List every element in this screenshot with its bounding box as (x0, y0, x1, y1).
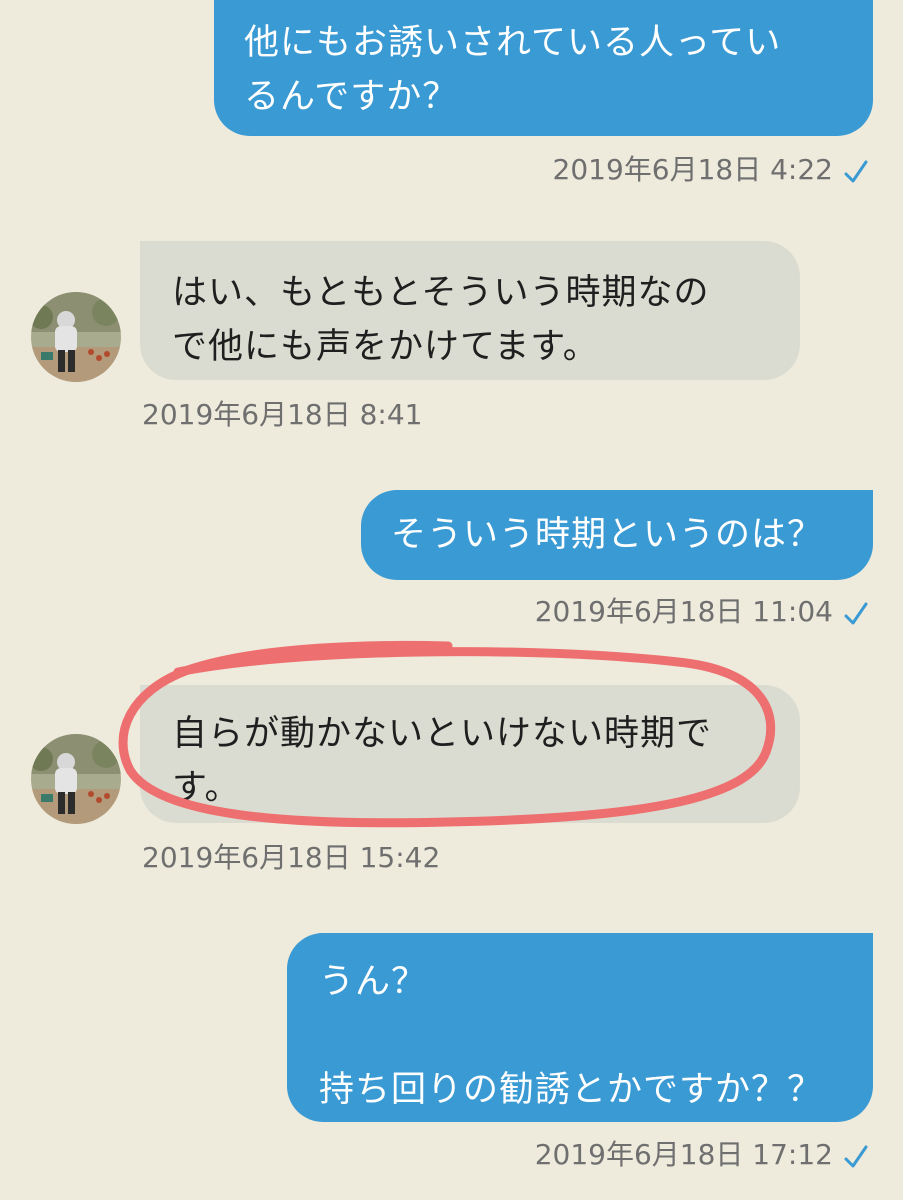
read-check-icon (844, 602, 868, 625)
read-check-icon (844, 160, 868, 183)
message-bubble-outgoing[interactable]: そういう時期というのは？ (361, 490, 873, 580)
message-bubble-incoming[interactable]: はい、もともとそういう時期なの で他にも声をかけてます。 (140, 241, 800, 380)
message-timestamp: 2019年6月18日 11:04 (534, 595, 833, 628)
message-text: そういう時期というのは？ (391, 515, 824, 555)
message-bubble-incoming[interactable]: 自らが動かないといけない時期で す。 (140, 685, 800, 823)
contact-avatar[interactable] (31, 734, 121, 824)
message-text: はい、もともとそういう時期なの で他にも声をかけてます。 (172, 273, 710, 367)
message-text: うん？ 持ち回りの勧誘とかですか？？ (319, 962, 824, 1110)
contact-avatar-photo (31, 292, 121, 382)
message-text: 自らが動かないといけない時期で す。 (172, 714, 713, 808)
read-check-icon (844, 1145, 868, 1168)
message-timestamp: 2019年6月18日 17:12 (534, 1138, 833, 1171)
message-timestamp-row: 2019年6月18日 11:04 (535, 595, 869, 630)
message-timestamp-row: 2019年6月18日 17:12 (535, 1138, 869, 1173)
message-bubble-outgoing[interactable]: うん？ 持ち回りの勧誘とかですか？？ (287, 933, 873, 1122)
message-timestamp: 2019年6月18日 15:42 (142, 841, 441, 874)
message-timestamp: 2019年6月18日 4:22 (552, 153, 833, 186)
message-bubble-outgoing[interactable]: 他にもお誘いされている人ってい るんですか？ (214, 0, 873, 136)
contact-avatar-photo (31, 734, 121, 824)
message-text: 他にもお誘いされている人ってい るんですか？ (244, 23, 782, 117)
message-timestamp-row: 2019年6月18日 4:22 (553, 153, 869, 188)
message-timestamp: 2019年6月18日 8:41 (142, 398, 423, 431)
contact-avatar[interactable] (31, 292, 121, 382)
